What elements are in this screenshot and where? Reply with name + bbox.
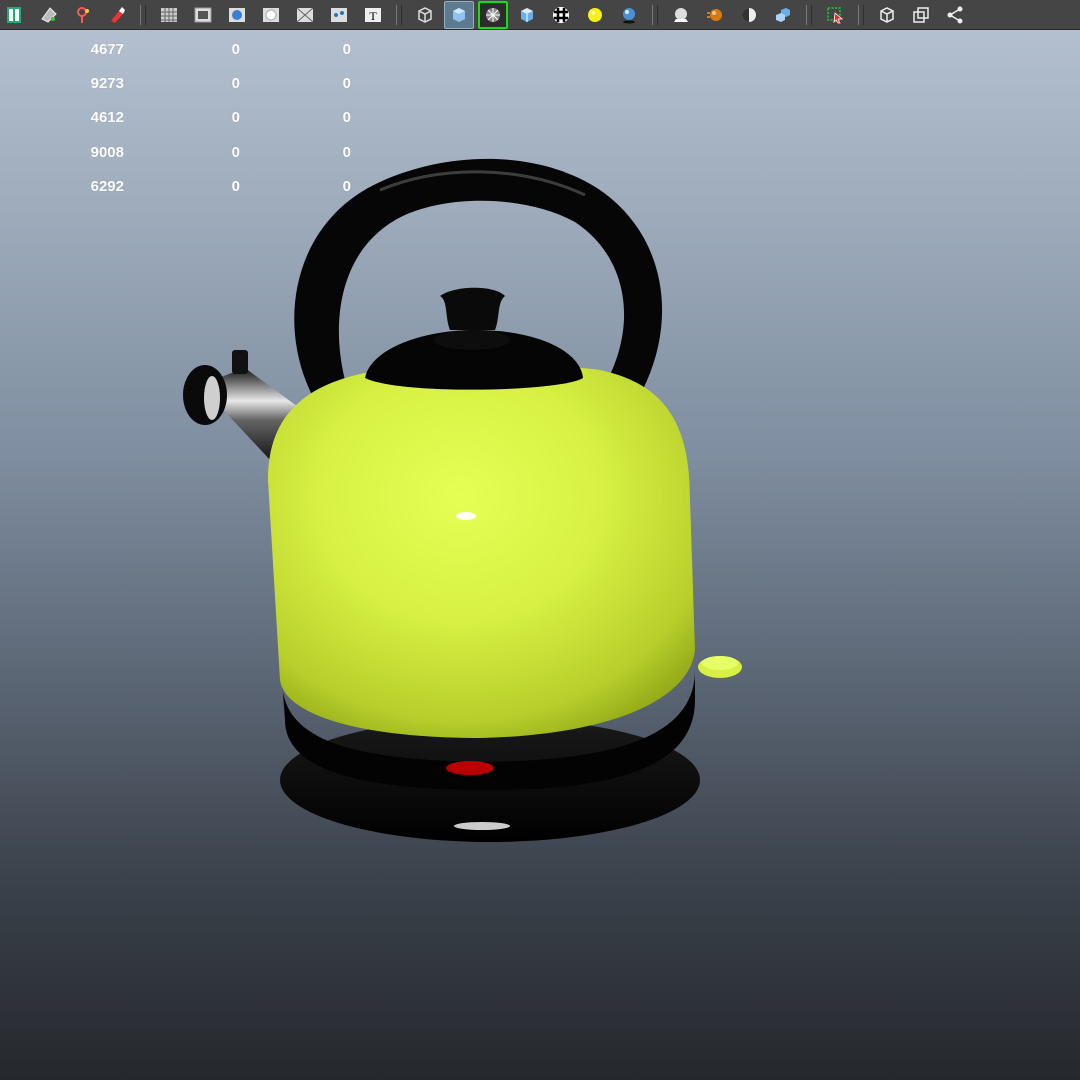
toolbar-separator bbox=[652, 4, 658, 25]
frame-all-button[interactable] bbox=[872, 1, 902, 29]
xray-button[interactable] bbox=[324, 1, 354, 29]
wireframe-on-shaded-button[interactable] bbox=[478, 0, 508, 29]
safe-action-button[interactable] bbox=[256, 1, 286, 29]
anti-aliasing-icon bbox=[742, 7, 756, 22]
kettle-body bbox=[268, 364, 695, 738]
use-all-lights-button[interactable] bbox=[580, 1, 610, 29]
anti-aliasing-button[interactable] bbox=[734, 1, 764, 29]
xray-icon bbox=[331, 7, 347, 22]
motion-blur-button[interactable] bbox=[700, 1, 730, 29]
resolution-gate-icon bbox=[229, 7, 245, 22]
field-chart-icon bbox=[296, 7, 314, 22]
3d-viewport[interactable] bbox=[0, 30, 1080, 1080]
select-camera-icon bbox=[41, 6, 57, 23]
wireframe-on-shaded-icon bbox=[486, 7, 500, 22]
textured-icon bbox=[553, 6, 569, 23]
default-material-icon bbox=[521, 7, 533, 22]
film-gate-icon bbox=[194, 7, 212, 22]
resolution-gate-button[interactable] bbox=[222, 1, 252, 29]
bookmark-icon bbox=[77, 6, 89, 23]
base-rim-highlight bbox=[454, 822, 510, 830]
toolbar-separator bbox=[858, 4, 864, 25]
textured-button[interactable] bbox=[546, 1, 576, 29]
share-icon bbox=[947, 6, 963, 23]
frame-all-icon bbox=[880, 6, 894, 23]
motion-blur-icon bbox=[707, 8, 722, 21]
ambient-occlusion-button[interactable] bbox=[666, 1, 696, 29]
paint-tool-icon bbox=[111, 6, 125, 23]
shadows-button[interactable] bbox=[614, 1, 644, 29]
isolate-select-button[interactable] bbox=[820, 1, 850, 29]
toolbar-separator bbox=[140, 4, 146, 25]
grid-button[interactable] bbox=[154, 1, 184, 29]
select-camera-button[interactable] bbox=[34, 1, 64, 29]
safe-action-icon bbox=[263, 7, 279, 22]
frame-selected-icon bbox=[913, 6, 929, 23]
kettle-model[interactable] bbox=[183, 158, 742, 842]
lid-knob bbox=[440, 287, 505, 330]
smooth-shade-button[interactable] bbox=[444, 0, 474, 29]
paint-tool-button[interactable] bbox=[102, 1, 132, 29]
use-all-lights-icon bbox=[588, 7, 602, 22]
smooth-shade-icon bbox=[453, 7, 465, 22]
script-editor-icon bbox=[7, 6, 21, 23]
wireframe-icon bbox=[418, 6, 432, 23]
frame-selected-button[interactable] bbox=[906, 1, 936, 29]
ambient-occlusion-icon bbox=[674, 7, 688, 22]
power-indicator bbox=[446, 761, 494, 775]
wireframe-button[interactable] bbox=[410, 1, 440, 29]
share-button[interactable] bbox=[940, 1, 970, 29]
viewport-toolbar: T bbox=[0, 0, 1080, 30]
text-icon: T bbox=[365, 7, 381, 23]
grid-icon bbox=[161, 7, 177, 22]
body-specular bbox=[456, 512, 476, 520]
film-gate-button[interactable] bbox=[188, 1, 218, 29]
shadows-icon bbox=[623, 7, 635, 23]
field-chart-button[interactable] bbox=[290, 1, 320, 29]
depth-of-field-button[interactable] bbox=[768, 1, 798, 29]
bookmark-button[interactable] bbox=[68, 1, 98, 29]
svg-text:T: T bbox=[369, 9, 377, 23]
script-editor-button[interactable] bbox=[0, 1, 30, 29]
text-button[interactable]: T bbox=[358, 1, 388, 29]
isolate-select-icon bbox=[827, 6, 844, 23]
toolbar-separator bbox=[806, 4, 812, 25]
depth-of-field-icon bbox=[776, 7, 790, 22]
default-material-button[interactable] bbox=[512, 1, 542, 29]
toolbar-separator bbox=[396, 4, 402, 25]
